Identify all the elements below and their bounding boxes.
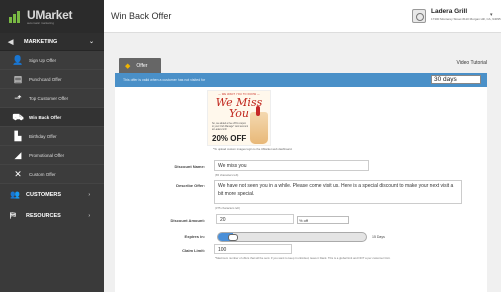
logo-icon [8,9,24,25]
tab-label: Offer [136,63,148,69]
store-name[interactable]: Ladera Grill [431,8,467,15]
sidebar-item-label: Custom Offer [29,171,56,177]
sidebar-item-top-customer-offer[interactable]: ⬏ Top Customer Offer [0,89,104,108]
discount-unit: % off [299,218,309,223]
sidebar-item-sign-up-offer[interactable]: 👤 Sign Up Offer [0,51,104,70]
sidebar-group-customers[interactable]: 👥 CUSTOMERS › [0,184,104,205]
describe-offer-hint: (375 characters left) [215,206,240,210]
sidebar-group-label: CUSTOMERS [26,191,62,198]
sidebar-item-label: Win Back Offer [29,114,62,120]
page-title: Win Back Offer [111,11,172,21]
coupon-offer: 20% OFF [212,134,247,143]
store-logo-icon [412,9,426,23]
describe-offer-textarea[interactable]: We have not seen you in a while. Please … [214,180,462,204]
discount-name-label: Discount Name: [174,164,205,169]
sidebar-group-label: RESOURCES [26,212,61,219]
chevron-right-icon: › [88,212,90,219]
logo-name: UMarket [27,7,73,22]
expires-value: 15 Days [372,235,385,239]
chevron-down-icon: ⌄ [88,39,94,45]
sidebar-item-label: Promotional Offer [29,152,65,158]
sidebar-item-label: Sign Up Offer [29,57,57,63]
claim-limit-input[interactable]: 100 [214,244,292,254]
sidebar-item-custom-offer[interactable]: ✕ Custom Offer [0,165,104,184]
coupon-body: So, we added a free 20% coupon to your C… [212,123,249,131]
app-logo[interactable]: UMarket automatic marketing [0,0,104,33]
sidebar-section-marketing[interactable]: ◀ MARKETING ⌄ [0,33,104,51]
store-menu-caret-icon[interactable]: ▾ [490,12,493,18]
tab-bar: ◆ Offer Video Tutorial [115,55,487,74]
cake-icon: ▙ [14,130,22,141]
sidebar: UMarket automatic marketing ◀ MARKETING … [0,0,104,292]
chart-icon: ⬏ [14,92,22,103]
sidebar-item-win-back-offer[interactable]: ⛟ Win Back Offer [0,108,104,127]
tab-offer[interactable]: ◆ Offer [119,58,161,74]
claim-limit-label: Claim Limit: [182,248,205,253]
tools-icon: ✕ [14,168,22,179]
chevron-right-icon: › [88,191,90,198]
discount-name-input[interactable]: We miss you [214,160,369,171]
duration-select[interactable]: 30 days [431,75,481,84]
drink-image [250,106,268,144]
expires-slider[interactable] [217,232,367,242]
sidebar-item-promotional-offer[interactable]: ◢ Promotional Offer [0,146,104,165]
expires-slider-handle[interactable] [228,234,238,241]
describe-offer-label: Describe Offer: [176,183,205,188]
sidebar-item-punchcard-offer[interactable]: ▤ Punchcard Offer [0,70,104,89]
sidebar-item-label: Punchcard Offer [29,76,62,82]
discount-name-hint: (65 characters left) [215,173,239,177]
video-tutorial-link[interactable]: Video Tutorial [457,60,487,66]
claim-limit-hint: *Maximum number of offers that will be s… [215,256,391,260]
punchcard-icon: ▤ [13,73,23,84]
sidebar-item-birthday-offer[interactable]: ▙ Birthday Offer [0,127,104,146]
logo-tagline: automatic marketing [27,20,55,25]
sidebar-section-label: MARKETING [24,38,58,45]
megaphone-icon: ◢ [14,149,22,160]
sidebar-item-label: Top Customer Offer [29,95,69,101]
sidebar-group-resources[interactable]: ⛿ RESOURCES › [0,205,104,226]
condition-text: This offer is valid when a customer has … [123,78,206,82]
users-icon: 👥 [10,190,20,199]
expires-label: Expires in: [184,234,205,239]
win-back-icon: ⛟ [12,111,24,122]
sidebar-item-label: Birthday Offer [29,133,57,139]
tag-icon: ◆ [125,63,131,70]
top-header: Win Back Offer Ladera Grill 17300 Monter… [104,0,501,33]
coupon-image[interactable]: — WE WANT YOU TO KNOW — We Miss You So, … [207,90,271,146]
discount-amount-label: Discount Amount: [170,218,205,223]
discount-unit-box: % off [297,216,349,224]
discount-amount-input[interactable]: 20 [216,214,294,224]
coupon-caption: *To upload custom images login to the UM… [213,147,293,151]
megaphone-icon: ◀ [8,38,14,46]
user-plus-icon: 👤 [12,54,24,65]
signpost-icon: ⛿ [10,210,16,220]
